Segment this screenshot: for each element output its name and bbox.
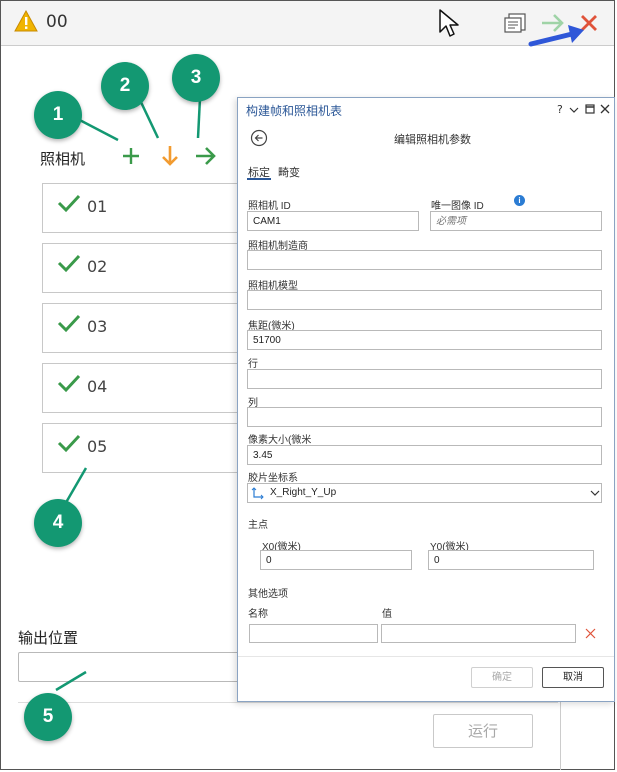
toolbar-title: 00: [46, 12, 68, 32]
option-value-input[interactable]: [381, 624, 576, 643]
unique-image-id-label: 唯一图像 ID: [431, 201, 484, 212]
mouse-cursor-icon: [439, 9, 459, 37]
remove-row-icon[interactable]: [585, 628, 596, 639]
unique-image-id-input[interactable]: [430, 211, 602, 231]
model-input[interactable]: [247, 290, 602, 310]
callout-badge: 5: [24, 693, 72, 741]
divider: [560, 700, 561, 770]
rows-label: 行: [248, 359, 258, 370]
callout-badge: 1: [34, 91, 82, 139]
active-tab-underline: [247, 178, 271, 180]
axis-icon: [251, 487, 264, 500]
name-column-header: 名称: [248, 609, 268, 620]
rows-input[interactable]: [247, 369, 602, 389]
maximize-icon[interactable]: [585, 104, 595, 114]
film-coord-label: 胶片坐标系: [248, 473, 298, 484]
callout-connectors: [55, 97, 202, 692]
ok-button[interactable]: 确定: [471, 667, 533, 688]
film-coord-select[interactable]: X_Right_Y_Up: [247, 483, 602, 503]
x0-input[interactable]: [260, 550, 412, 570]
info-icon[interactable]: i: [514, 195, 525, 206]
callout-badge: 2: [101, 62, 149, 110]
camera-table-icon[interactable]: [503, 12, 527, 34]
cancel-button[interactable]: 取消: [542, 667, 604, 688]
manufacturer-input[interactable]: [247, 250, 602, 270]
edit-camera-dialog: [237, 97, 615, 702]
pointer-arrow-icon: [528, 25, 584, 47]
callout-badge: 3: [172, 54, 220, 102]
y0-input[interactable]: [428, 550, 594, 570]
callout-badge: 4: [34, 499, 82, 547]
back-arrow-icon[interactable]: [250, 129, 268, 147]
help-button[interactable]: ?: [557, 103, 563, 116]
dialog-title: 构建帧和照相机表: [246, 104, 343, 118]
divider: [238, 656, 614, 657]
columns-input[interactable]: [247, 407, 602, 427]
chevron-down-icon[interactable]: [569, 106, 579, 114]
film-coord-value: X_Right_Y_Up: [270, 487, 337, 498]
close-dialog-icon[interactable]: [600, 104, 610, 114]
run-button[interactable]: 运行: [433, 714, 533, 748]
warning-icon: [14, 10, 38, 32]
pixel-size-label: 像素大小(微米: [248, 435, 312, 446]
option-name-input[interactable]: [249, 624, 378, 643]
tab-distortion[interactable]: 畸变: [278, 164, 300, 180]
pixel-size-input[interactable]: [247, 445, 602, 465]
camera-id-label: 照相机 ID: [248, 201, 291, 212]
principal-point-label: 主点: [248, 520, 268, 531]
chevron-down-icon[interactable]: [590, 490, 600, 497]
value-column-header: 值: [382, 609, 392, 620]
focal-length-input[interactable]: [247, 330, 602, 350]
dialog-subtitle: 编辑照相机参数: [394, 134, 471, 146]
other-options-label: 其他选项: [248, 589, 288, 600]
camera-id-input[interactable]: [247, 211, 419, 231]
